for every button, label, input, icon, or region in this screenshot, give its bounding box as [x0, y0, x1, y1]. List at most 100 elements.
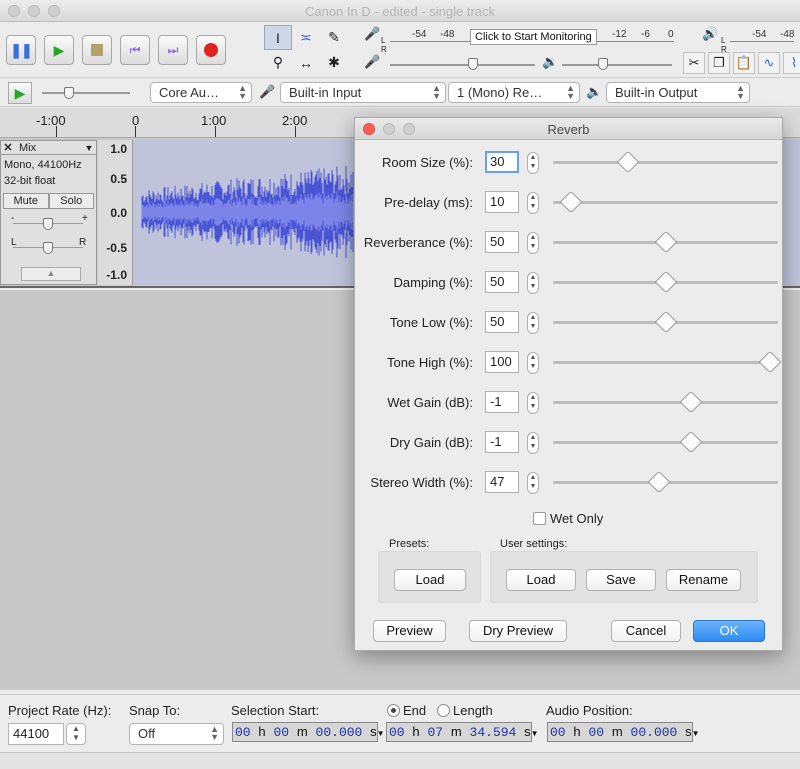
- input-channels-select[interactable]: 1 (Mono) Re… ▲ ▼: [448, 82, 580, 103]
- wet-only-checkbox-box[interactable]: [533, 512, 546, 525]
- time-format-dropdown-icon[interactable]: ▼: [377, 729, 385, 738]
- dry-preview-button[interactable]: Dry Preview: [469, 620, 567, 642]
- output-volume-thumb[interactable]: [598, 58, 608, 70]
- reverb-param-input[interactable]: 100: [485, 351, 519, 373]
- track-dropdown-icon[interactable]: ▼: [82, 143, 96, 153]
- paste-button[interactable]: 📋: [733, 52, 755, 74]
- reverb-param-input[interactable]: 50: [485, 271, 519, 293]
- solo-button[interactable]: Solo: [48, 193, 94, 209]
- ok-button[interactable]: OK: [693, 620, 765, 642]
- reverb-param-input[interactable]: 30: [485, 151, 519, 173]
- reverb-param-slider-thumb[interactable]: [654, 270, 678, 294]
- reverb-param-input[interactable]: -1: [485, 391, 519, 413]
- track-close-button[interactable]: ✕: [1, 141, 15, 154]
- preview-button[interactable]: Preview: [373, 620, 446, 642]
- trim-button[interactable]: ∿: [758, 52, 780, 74]
- pan-thumb[interactable]: [43, 242, 53, 254]
- end-radio-button[interactable]: [387, 704, 400, 717]
- reverb-param-stepper[interactable]: ▲ ▼: [527, 152, 539, 174]
- playback-meter[interactable]: -54 -48: [700, 24, 800, 48]
- gain-thumb[interactable]: [43, 218, 53, 230]
- project-rate-stepper[interactable]: ▲ ▼: [66, 723, 86, 745]
- time-shift-tool[interactable]: ↔: [292, 50, 320, 75]
- end-radio[interactable]: End: [387, 703, 426, 718]
- user-rename-button[interactable]: Rename: [666, 569, 741, 591]
- reverb-param-slider-thumb[interactable]: [758, 350, 782, 374]
- mute-button[interactable]: Mute: [3, 193, 49, 209]
- play-speed-thumb[interactable]: [64, 87, 74, 99]
- reverb-param-slider-thumb[interactable]: [654, 310, 678, 334]
- reverb-param-slider-thumb[interactable]: [679, 430, 703, 454]
- reverb-param-row: Room Size (%): 30 ▲ ▼: [355, 149, 784, 179]
- selection-end-field[interactable]: 00 h 07 m 34.594 s▼: [386, 722, 539, 742]
- reverb-param-slider[interactable]: [553, 150, 778, 174]
- reverb-param-input[interactable]: 47: [485, 471, 519, 493]
- wet-only-checkbox[interactable]: Wet Only: [533, 511, 603, 526]
- cancel-button[interactable]: Cancel: [611, 620, 681, 642]
- copy-button[interactable]: ❐: [708, 52, 730, 74]
- reverb-param-slider[interactable]: [553, 430, 778, 454]
- snap-to-select[interactable]: Off ▲ ▼: [129, 723, 224, 745]
- time-format-dropdown-icon[interactable]: ▼: [692, 729, 700, 738]
- reverb-param-slider[interactable]: [553, 470, 778, 494]
- stop-button[interactable]: [82, 35, 112, 65]
- reverb-param-stepper[interactable]: ▲ ▼: [527, 472, 539, 494]
- track-collapse-button[interactable]: ▲: [21, 267, 81, 281]
- reverb-param-input[interactable]: -1: [485, 431, 519, 453]
- time-format-dropdown-icon[interactable]: ▼: [531, 729, 539, 738]
- reverb-param-label: Tone Low (%):: [389, 315, 473, 330]
- reverb-param-slider[interactable]: [553, 270, 778, 294]
- skip-to-start-button[interactable]: ⏮: [120, 35, 150, 65]
- reverb-param-stepper[interactable]: ▲ ▼: [527, 272, 539, 294]
- reverb-param-slider[interactable]: [553, 310, 778, 334]
- input-volume-slider[interactable]: [390, 64, 535, 66]
- selection-start-field[interactable]: 00 h 00 m 00.000 s▼: [232, 722, 385, 742]
- record-button[interactable]: [196, 35, 226, 65]
- length-radio[interactable]: Length: [437, 703, 493, 718]
- reverb-param-slider-thumb[interactable]: [647, 470, 671, 494]
- reverb-param-slider[interactable]: [553, 230, 778, 254]
- multi-tool[interactable]: ✱: [320, 50, 348, 75]
- output-volume-slider[interactable]: [562, 64, 672, 66]
- reverb-param-input[interactable]: 50: [485, 231, 519, 253]
- zoom-tool[interactable]: ⚲: [264, 50, 292, 75]
- reverb-param-input[interactable]: 10: [485, 191, 519, 213]
- user-save-button[interactable]: Save: [586, 569, 656, 591]
- reverb-param-stepper[interactable]: ▲ ▼: [527, 192, 539, 214]
- reverb-param-slider[interactable]: [553, 390, 778, 414]
- play-button[interactable]: ▶: [44, 35, 74, 65]
- pause-button[interactable]: ❚❚: [6, 35, 36, 65]
- reverb-param-slider[interactable]: [553, 190, 778, 214]
- play-speed-slider[interactable]: [42, 92, 130, 94]
- cut-button[interactable]: ✂: [683, 52, 705, 74]
- presets-load-button[interactable]: Load: [394, 569, 466, 591]
- project-rate-combo[interactable]: 44100: [8, 723, 64, 745]
- reverb-param-input[interactable]: 50: [485, 311, 519, 333]
- draw-tool[interactable]: ✎: [320, 25, 348, 50]
- reverb-param-slider-thumb[interactable]: [616, 150, 640, 174]
- vertical-scale[interactable]: 1.0 0.5 0.0 -0.5 -1.0: [98, 140, 133, 285]
- track-name-menu[interactable]: Mix: [15, 142, 82, 154]
- reverb-param-stepper[interactable]: ▲ ▼: [527, 312, 539, 334]
- output-device-select[interactable]: Built-in Output ▲ ▼: [606, 82, 750, 103]
- audio-position-field[interactable]: 00 h 00 m 00.000 s▼: [547, 722, 700, 742]
- reverb-param-stepper[interactable]: ▲ ▼: [527, 232, 539, 254]
- reverb-param-slider-thumb[interactable]: [679, 390, 703, 414]
- selection-tool[interactable]: I: [264, 25, 292, 50]
- user-load-button[interactable]: Load: [506, 569, 576, 591]
- play-at-speed-button[interactable]: ▶: [8, 82, 32, 104]
- input-device-select[interactable]: Built-in Input ▲ ▼: [280, 82, 446, 103]
- reverb-param-slider[interactable]: [553, 350, 782, 374]
- audio-host-select[interactable]: Core Au… ▲ ▼: [150, 82, 252, 103]
- input-volume-thumb[interactable]: [468, 58, 478, 70]
- silence-button[interactable]: ⌇: [783, 52, 800, 74]
- skip-to-end-button[interactable]: ⏭: [158, 35, 188, 65]
- reverb-param-slider-thumb[interactable]: [654, 230, 678, 254]
- reverb-param-stepper[interactable]: ▲ ▼: [527, 432, 539, 454]
- reverb-param-stepper[interactable]: ▲ ▼: [527, 352, 539, 374]
- length-radio-button[interactable]: [437, 704, 450, 717]
- reverb-param-slider-thumb[interactable]: [559, 190, 583, 214]
- reverb-param-stepper[interactable]: ▲ ▼: [527, 392, 539, 414]
- start-monitoring-button[interactable]: Click to Start Monitoring: [470, 29, 597, 45]
- envelope-tool[interactable]: ≍: [292, 25, 320, 50]
